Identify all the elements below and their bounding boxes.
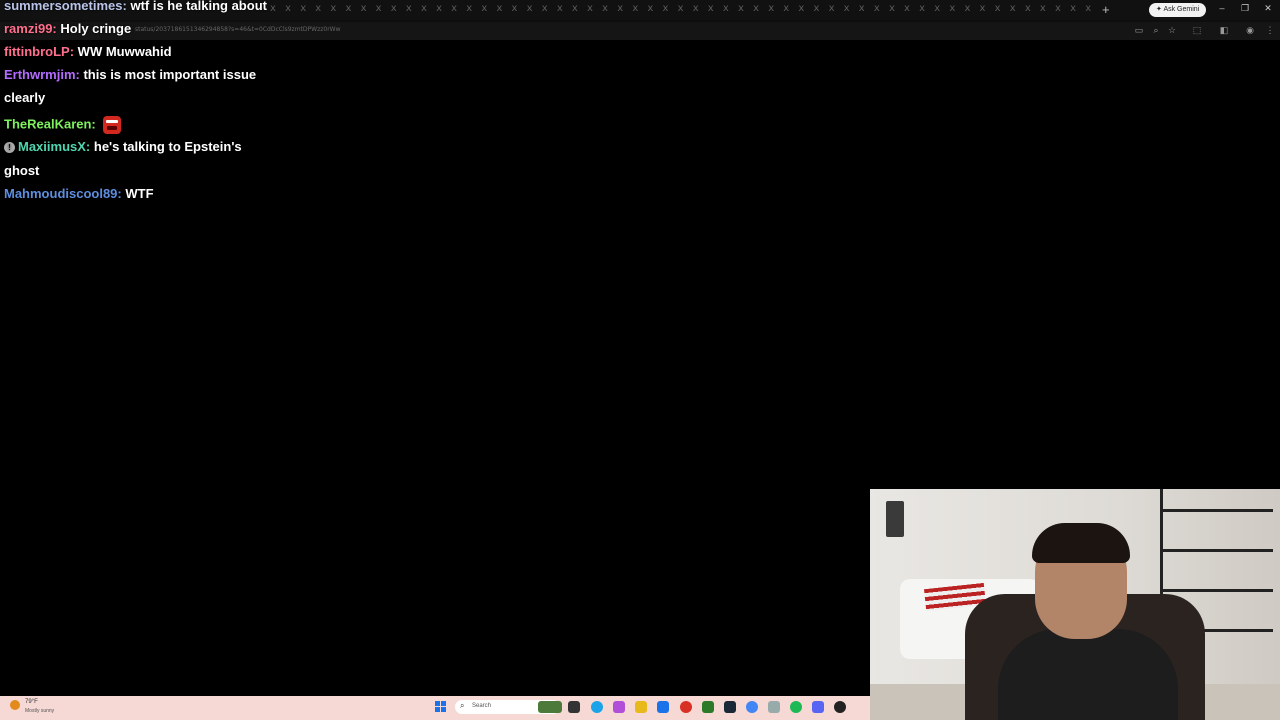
ask-gemini-label: Ask Gemini [1163,6,1200,13]
search-icon: ⌕ [460,701,465,710]
chat-message: fittinbroLP: WW Muwwahid [4,44,172,60]
url-text[interactable]: status/2037186151346294858?s=46&t=0CdDcC… [135,26,341,33]
chat-username[interactable]: ramzi99 [4,21,52,36]
chat-message: ! MaxiimusX: he's talking to Epstein's [4,139,242,155]
chat-text: Holy cringe [60,21,132,36]
chat-text: clearly [4,90,46,105]
chat-message: clearly [4,90,45,106]
chrome-profile-icon[interactable] [746,701,758,713]
ask-gemini-button[interactable]: ✦ Ask Gemini [1149,3,1207,17]
cast-icon[interactable]: ▭ [1133,25,1145,36]
profile-icon[interactable]: ◉ [1244,25,1256,36]
taskbar: 79°F Mostly sunny ⌕ Search [0,696,870,720]
snipping-tool-icon[interactable] [768,701,780,713]
bookmark-star-icon[interactable]: ☆ [1166,25,1178,36]
chat-message: ramzi99: Holy cringe [4,21,131,37]
file-explorer-icon[interactable] [635,701,647,713]
chat-username[interactable]: Mahmoudiscool89 [4,186,117,201]
chat-text: this is most important issue [83,67,257,82]
tab-close-icons[interactable]: x x x x x x x x x x x x x x x x x x x x … [270,3,1100,17]
chat-colon: : [85,139,94,154]
chat-message: Erthwrmjim: this is most important issue [4,67,256,83]
weather-sun-icon[interactable] [10,700,20,710]
chat-text: he's talking to Epstein's [93,139,242,154]
start-button[interactable] [435,701,446,712]
chat-text: wtf is he talking about [130,0,267,13]
chat-username[interactable]: Erthwrmjim [4,67,76,82]
weather-desc[interactable]: Mostly sunny [25,708,54,714]
widget-thumbnail[interactable] [538,701,562,713]
search-label: Search [472,703,492,709]
copilot-icon[interactable] [613,701,625,713]
xbox-icon[interactable] [702,701,714,713]
chat-message: Mahmoudiscool89: WTF [4,186,154,202]
minimize-button[interactable]: – [1215,3,1229,13]
new-tab-button[interactable]: + [1102,2,1110,17]
chat-colon: : [69,44,78,59]
spotify-icon[interactable] [790,701,802,713]
extensions-icon[interactable]: ⬚ [1191,25,1203,36]
chat-username[interactable]: MaxiimusX [18,139,86,154]
chrome-icon[interactable] [680,701,692,713]
zoom-icon[interactable]: ⌕ [1150,25,1162,36]
obs-icon[interactable] [834,701,846,713]
chat-badge-icon: ! [4,142,15,154]
angry-face-emote [103,116,122,134]
steam-icon[interactable] [724,701,736,713]
chat-username[interactable]: TheRealKaren [4,116,91,131]
discord-icon[interactable] [812,701,824,713]
chat-message: TheRealKaren: [4,116,122,134]
chat-message: summersometimes: wtf is he talking about [4,0,267,14]
task-view-icon[interactable] [568,701,580,713]
chat-message: ghost [4,163,39,179]
weather-temp[interactable]: 79°F [25,699,38,705]
chat-text: ghost [4,163,40,178]
webcam-feed [870,489,1280,720]
chat-text: WW Muwwahid [77,44,172,59]
side-panel-icon[interactable]: ◧ [1218,25,1230,36]
chat-colon: : [91,116,100,132]
edge-icon[interactable] [591,701,603,713]
chat-username[interactable]: fittinbroLP [4,44,70,59]
close-window-button[interactable]: ✕ [1261,3,1275,14]
store-icon[interactable] [657,701,669,713]
restore-button[interactable]: ❐ [1238,3,1252,14]
chat-text: WTF [125,186,154,201]
chat-username[interactable]: summersometimes [4,0,123,13]
menu-icon[interactable]: ⋮ [1264,25,1276,36]
